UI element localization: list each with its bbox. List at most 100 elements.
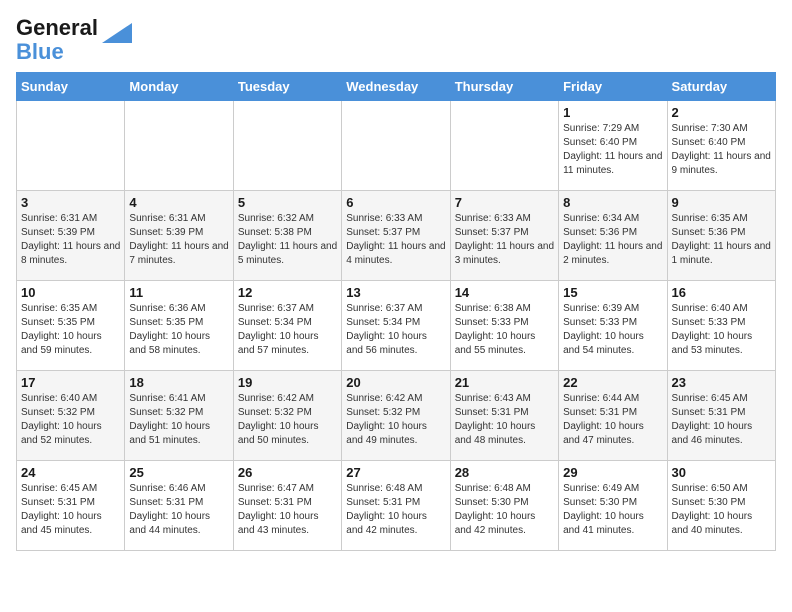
day-number: 20 (346, 375, 445, 390)
calendar-cell: 9 Sunrise: 6:35 AM Sunset: 5:36 PM Daylig… (667, 191, 775, 281)
day-info: Sunrise: 6:44 AM Sunset: 5:31 PM Dayligh… (563, 392, 662, 448)
weekday-header-tuesday: Tuesday (233, 73, 341, 101)
day-number: 9 (672, 195, 771, 210)
logo: General Blue (16, 16, 132, 64)
weekday-header-friday: Friday (559, 73, 667, 101)
calendar-cell (450, 101, 558, 191)
day-info: Sunrise: 6:42 AM Sunset: 5:32 PM Dayligh… (346, 392, 445, 448)
weekday-header-sunday: Sunday (17, 73, 125, 101)
day-info: Sunrise: 6:37 AM Sunset: 5:34 PM Dayligh… (238, 302, 337, 358)
calendar-cell (17, 101, 125, 191)
day-info: Sunrise: 6:33 AM Sunset: 5:37 PM Dayligh… (346, 212, 445, 268)
calendar-cell: 23 Sunrise: 6:45 AM Sunset: 5:31 PM Dayli… (667, 371, 775, 461)
calendar-week-4: 24 Sunrise: 6:45 AM Sunset: 5:31 PM Dayli… (17, 461, 776, 551)
day-number: 14 (455, 285, 554, 300)
day-info: Sunrise: 6:31 AM Sunset: 5:39 PM Dayligh… (21, 212, 120, 268)
day-number: 13 (346, 285, 445, 300)
day-info: Sunrise: 7:29 AM Sunset: 6:40 PM Dayligh… (563, 122, 662, 178)
calendar-cell: 21 Sunrise: 6:43 AM Sunset: 5:31 PM Dayli… (450, 371, 558, 461)
day-number: 12 (238, 285, 337, 300)
calendar-cell: 25 Sunrise: 6:46 AM Sunset: 5:31 PM Dayli… (125, 461, 233, 551)
calendar-cell: 8Sunrise: 6:34 AM Sunset: 5:36 PM Daylig… (559, 191, 667, 281)
day-info: Sunrise: 6:40 AM Sunset: 5:33 PM Dayligh… (672, 302, 771, 358)
calendar-cell (125, 101, 233, 191)
calendar-cell: 6 Sunrise: 6:33 AM Sunset: 5:37 PM Daylig… (342, 191, 450, 281)
calendar-week-2: 10Sunrise: 6:35 AM Sunset: 5:35 PM Dayli… (17, 281, 776, 371)
day-info: Sunrise: 6:48 AM Sunset: 5:31 PM Dayligh… (346, 482, 445, 538)
calendar-week-1: 3 Sunrise: 6:31 AM Sunset: 5:39 PM Daylig… (17, 191, 776, 281)
calendar-cell: 27 Sunrise: 6:48 AM Sunset: 5:31 PM Dayli… (342, 461, 450, 551)
calendar-cell: 7Sunrise: 6:33 AM Sunset: 5:37 PM Daylig… (450, 191, 558, 281)
day-number: 10 (21, 285, 120, 300)
day-number: 29 (563, 465, 662, 480)
day-info: Sunrise: 6:38 AM Sunset: 5:33 PM Dayligh… (455, 302, 554, 358)
header: General Blue (16, 16, 776, 64)
day-info: Sunrise: 6:45 AM Sunset: 5:31 PM Dayligh… (672, 392, 771, 448)
day-info: Sunrise: 6:34 AM Sunset: 5:36 PM Dayligh… (563, 212, 662, 268)
day-info: Sunrise: 6:32 AM Sunset: 5:38 PM Dayligh… (238, 212, 337, 268)
logo-text: General Blue (16, 16, 98, 64)
calendar-cell: 2 Sunrise: 7:30 AM Sunset: 6:40 PM Daylig… (667, 101, 775, 191)
day-number: 2 (672, 105, 771, 120)
calendar-cell: 11 Sunrise: 6:36 AM Sunset: 5:35 PM Dayli… (125, 281, 233, 371)
weekday-header-thursday: Thursday (450, 73, 558, 101)
day-info: Sunrise: 6:37 AM Sunset: 5:34 PM Dayligh… (346, 302, 445, 358)
day-number: 25 (129, 465, 228, 480)
day-number: 11 (129, 285, 228, 300)
calendar-week-3: 17Sunrise: 6:40 AM Sunset: 5:32 PM Dayli… (17, 371, 776, 461)
calendar-cell: 10Sunrise: 6:35 AM Sunset: 5:35 PM Dayli… (17, 281, 125, 371)
day-number: 7 (455, 195, 554, 210)
day-info: Sunrise: 6:49 AM Sunset: 5:30 PM Dayligh… (563, 482, 662, 538)
day-info: Sunrise: 6:35 AM Sunset: 5:36 PM Dayligh… (672, 212, 771, 268)
calendar-cell: 20 Sunrise: 6:42 AM Sunset: 5:32 PM Dayli… (342, 371, 450, 461)
day-number: 5 (238, 195, 337, 210)
calendar-cell: 4 Sunrise: 6:31 AM Sunset: 5:39 PM Daylig… (125, 191, 233, 281)
day-number: 24 (21, 465, 120, 480)
logo-blue: Blue (16, 39, 64, 64)
day-info: Sunrise: 6:31 AM Sunset: 5:39 PM Dayligh… (129, 212, 228, 268)
day-number: 18 (129, 375, 228, 390)
day-number: 3 (21, 195, 120, 210)
day-number: 21 (455, 375, 554, 390)
day-number: 22 (563, 375, 662, 390)
calendar-cell: 22 Sunrise: 6:44 AM Sunset: 5:31 PM Dayli… (559, 371, 667, 461)
calendar-cell (342, 101, 450, 191)
logo-icon (102, 23, 132, 48)
calendar-header-row: SundayMondayTuesdayWednesdayThursdayFrid… (17, 73, 776, 101)
calendar-cell: 29 Sunrise: 6:49 AM Sunset: 5:30 PM Dayli… (559, 461, 667, 551)
calendar-cell: 24 Sunrise: 6:45 AM Sunset: 5:31 PM Dayli… (17, 461, 125, 551)
calendar-cell: 3 Sunrise: 6:31 AM Sunset: 5:39 PM Daylig… (17, 191, 125, 281)
day-number: 23 (672, 375, 771, 390)
day-info: Sunrise: 6:42 AM Sunset: 5:32 PM Dayligh… (238, 392, 337, 448)
calendar-cell: 19 Sunrise: 6:42 AM Sunset: 5:32 PM Dayli… (233, 371, 341, 461)
day-info: Sunrise: 6:43 AM Sunset: 5:31 PM Dayligh… (455, 392, 554, 448)
day-number: 30 (672, 465, 771, 480)
day-number: 6 (346, 195, 445, 210)
day-info: Sunrise: 6:39 AM Sunset: 5:33 PM Dayligh… (563, 302, 662, 358)
day-info: Sunrise: 6:50 AM Sunset: 5:30 PM Dayligh… (672, 482, 771, 538)
day-info: Sunrise: 6:47 AM Sunset: 5:31 PM Dayligh… (238, 482, 337, 538)
day-info: Sunrise: 6:48 AM Sunset: 5:30 PM Dayligh… (455, 482, 554, 538)
day-info: Sunrise: 6:45 AM Sunset: 5:31 PM Dayligh… (21, 482, 120, 538)
calendar-cell: 28Sunrise: 6:48 AM Sunset: 5:30 PM Dayli… (450, 461, 558, 551)
calendar-cell: 15Sunrise: 6:39 AM Sunset: 5:33 PM Dayli… (559, 281, 667, 371)
calendar-cell: 14 Sunrise: 6:38 AM Sunset: 5:33 PM Dayli… (450, 281, 558, 371)
calendar-cell: 1Sunrise: 7:29 AM Sunset: 6:40 PM Daylig… (559, 101, 667, 191)
logo-general: General (16, 15, 98, 40)
calendar-table: SundayMondayTuesdayWednesdayThursdayFrid… (16, 72, 776, 551)
day-info: Sunrise: 6:36 AM Sunset: 5:35 PM Dayligh… (129, 302, 228, 358)
calendar-cell: 16 Sunrise: 6:40 AM Sunset: 5:33 PM Dayli… (667, 281, 775, 371)
day-info: Sunrise: 7:30 AM Sunset: 6:40 PM Dayligh… (672, 122, 771, 178)
day-number: 4 (129, 195, 228, 210)
day-number: 19 (238, 375, 337, 390)
calendar-cell: 12 Sunrise: 6:37 AM Sunset: 5:34 PM Dayli… (233, 281, 341, 371)
calendar-cell: 5 Sunrise: 6:32 AM Sunset: 5:38 PM Daylig… (233, 191, 341, 281)
day-number: 26 (238, 465, 337, 480)
day-number: 16 (672, 285, 771, 300)
day-number: 27 (346, 465, 445, 480)
day-number: 17 (21, 375, 120, 390)
calendar-cell: 26 Sunrise: 6:47 AM Sunset: 5:31 PM Dayli… (233, 461, 341, 551)
weekday-header-monday: Monday (125, 73, 233, 101)
day-info: Sunrise: 6:46 AM Sunset: 5:31 PM Dayligh… (129, 482, 228, 538)
calendar-cell: 30 Sunrise: 6:50 AM Sunset: 5:30 PM Dayli… (667, 461, 775, 551)
